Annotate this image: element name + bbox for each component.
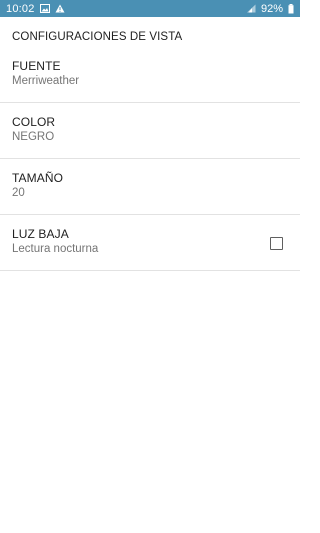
status-time: 10:02 <box>6 2 35 15</box>
signal-icon <box>246 4 256 13</box>
pref-low-light[interactable]: LUZ BAJA Lectura nocturna <box>0 215 300 271</box>
pref-color[interactable]: COLOR NEGRO <box>0 103 300 159</box>
pref-summary: NEGRO <box>12 131 55 143</box>
pref-summary: Lectura nocturna <box>12 243 99 255</box>
pref-title: LUZ BAJA <box>12 227 69 241</box>
pref-title: TAMAÑO <box>12 171 64 185</box>
section-title: CONFIGURACIONES DE VISTA <box>12 31 183 43</box>
battery-icon <box>288 3 294 14</box>
pref-font[interactable]: FUENTE Merriweather <box>0 47 300 103</box>
pref-size[interactable]: TAMAÑO 20 <box>0 159 300 215</box>
low-light-checkbox[interactable] <box>270 237 283 250</box>
gallery-icon <box>39 4 50 13</box>
pref-summary: 20 <box>12 187 25 199</box>
warning-icon <box>55 4 65 13</box>
status-bar: 10:02 92% <box>0 0 300 17</box>
battery-percent: 92% <box>260 2 283 15</box>
pref-title: FUENTE <box>12 59 61 73</box>
pref-title: COLOR <box>12 115 56 129</box>
preferences-list: FUENTE Merriweather COLOR NEGRO TAMAÑO 2… <box>0 47 300 271</box>
pref-summary: Merriweather <box>12 75 80 87</box>
